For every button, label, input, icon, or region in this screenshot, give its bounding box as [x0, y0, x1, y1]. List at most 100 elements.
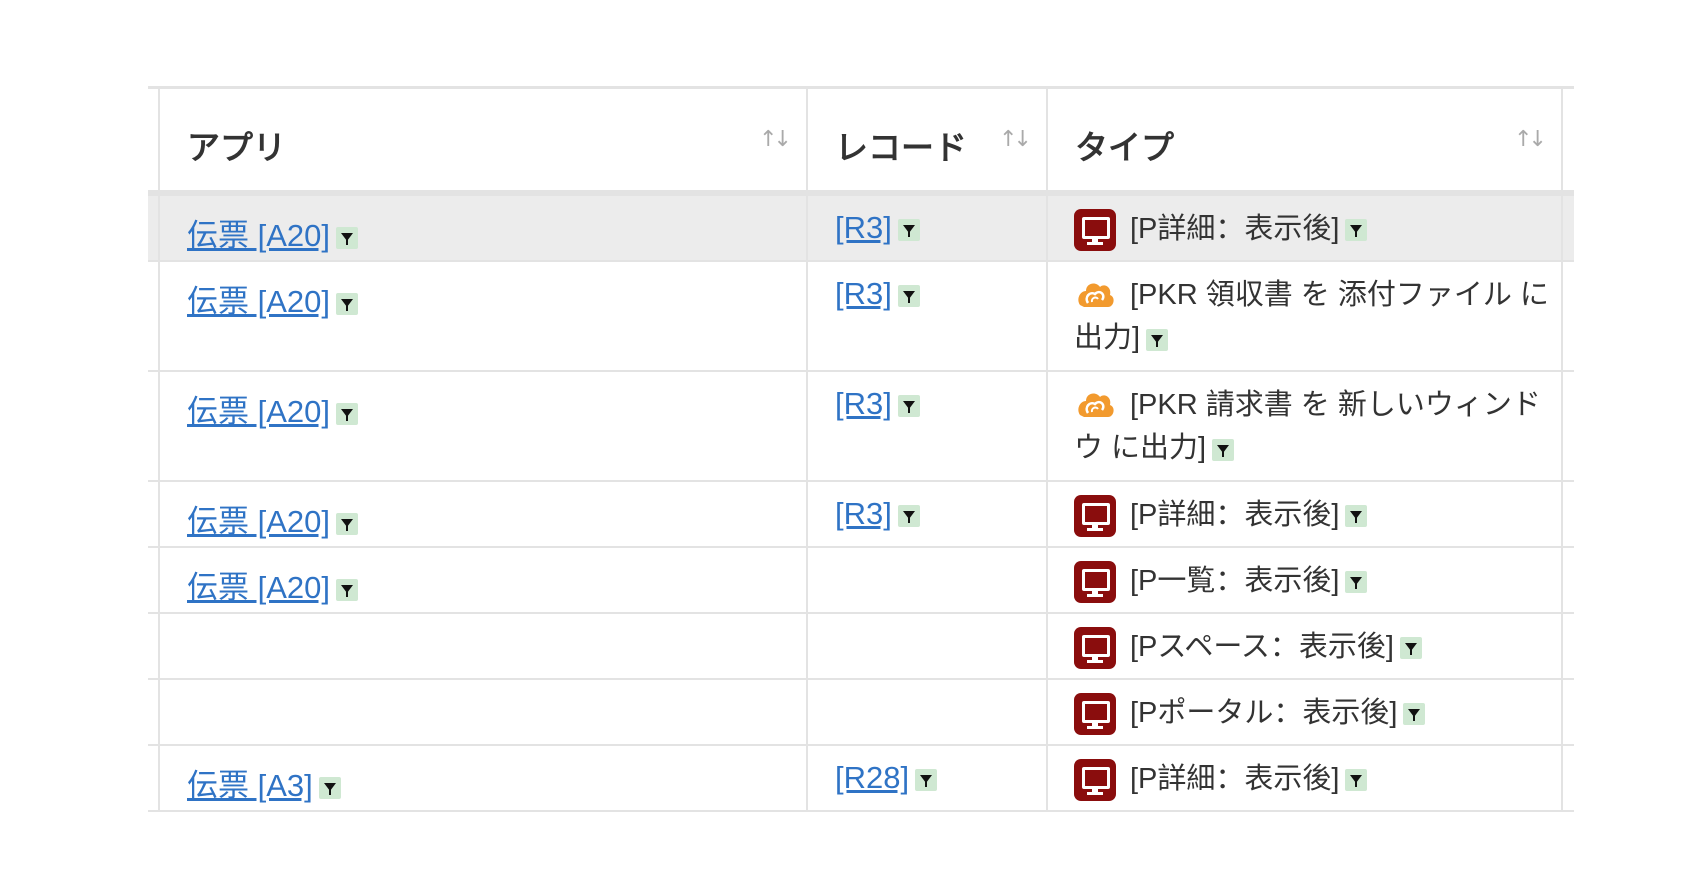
type-label: [Pスペース：表示後] — [1130, 631, 1394, 663]
column-header-type[interactable]: タイプ ↑↓ — [1046, 89, 1563, 190]
type-label: [Pポータル：表示後] — [1130, 697, 1398, 729]
column-header-record[interactable]: レコード ↑↓ — [806, 89, 1046, 190]
app-link-text[interactable]: 伝票 [A20] — [187, 570, 330, 605]
column-header-label: タイプ — [1075, 128, 1174, 167]
cell-type: [P詳細：表示後] — [1046, 196, 1563, 260]
table-row[interactable]: 伝票 [A20] [P一覧：表示後] — [148, 548, 1574, 614]
sort-arrows-icon[interactable]: ↑↓ — [1514, 127, 1547, 152]
app-link[interactable]: 伝票 [A20] — [187, 562, 358, 607]
filter-icon[interactable] — [336, 226, 358, 249]
type-label: [P詳細：表示後] — [1130, 213, 1340, 245]
app-link-text[interactable]: 伝票 [A20] — [187, 284, 330, 319]
kintone-plugin-icon — [1078, 283, 1114, 308]
table-row[interactable]: [Pポータル：表示後] — [148, 680, 1574, 746]
desktop-icon — [1074, 693, 1116, 736]
filter-icon[interactable] — [336, 402, 358, 425]
cell-record: [R3] — [806, 372, 1046, 480]
type-content: [PKR 領収書 を 添付ファイル に出力] — [1074, 274, 1553, 359]
kintone-plugin-icon — [1078, 393, 1114, 418]
filter-icon[interactable] — [1345, 505, 1368, 528]
table-row[interactable]: 伝票 [A20] [R3] [PKR 領収書 を 添付ファイル に出力] — [148, 262, 1574, 372]
filter-icon[interactable] — [1146, 328, 1169, 351]
type-content: [P詳細：表示後] — [1074, 494, 1553, 538]
filter-icon[interactable] — [1345, 571, 1368, 594]
record-link-text[interactable]: [R3] — [835, 210, 892, 245]
app-link[interactable]: 伝票 [A3] — [187, 760, 341, 805]
cell-record — [806, 548, 1046, 612]
cell-app — [158, 614, 806, 678]
table-row[interactable]: 伝票 [A20] [R3] [PKR 請求書 を 新しいウィンドウ に出力] — [148, 372, 1574, 482]
desktop-icon — [1074, 209, 1116, 252]
filter-icon[interactable] — [1345, 219, 1368, 242]
cell-type: [PKR 領収書 を 添付ファイル に出力] — [1046, 262, 1563, 370]
cell-type: [P詳細：表示後] — [1046, 746, 1563, 810]
record-link-text[interactable]: [R3] — [835, 276, 892, 311]
record-link[interactable]: [R3] — [835, 276, 920, 312]
cell-app: 伝票 [A20] — [158, 262, 806, 370]
cell-record — [806, 680, 1046, 744]
cell-record: [R28] — [806, 746, 1046, 810]
desktop-icon — [1074, 759, 1116, 802]
type-content: [P詳細：表示後] — [1074, 758, 1553, 802]
record-link-text[interactable]: [R28] — [835, 760, 909, 795]
app-link-text[interactable]: 伝票 [A20] — [187, 504, 330, 539]
sort-arrows-icon[interactable]: ↑↓ — [759, 127, 792, 152]
cell-type: [PKR 請求書 を 新しいウィンドウ に出力] — [1046, 372, 1563, 480]
desktop-icon — [1074, 561, 1116, 604]
cell-record: [R3] — [806, 262, 1046, 370]
filter-icon[interactable] — [897, 218, 920, 241]
filter-icon[interactable] — [1345, 769, 1368, 792]
cell-type: [P一覧：表示後] — [1046, 548, 1563, 612]
cell-record — [806, 614, 1046, 678]
cell-type: [Pスペース：表示後] — [1046, 614, 1563, 678]
column-header-app[interactable]: アプリ ↑↓ — [158, 89, 806, 190]
type-content: [P詳細：表示後] — [1074, 208, 1553, 252]
type-label: [PKR 請求書 を 新しいウィンドウ に出力] — [1074, 389, 1541, 465]
cell-type: [Pポータル：表示後] — [1046, 680, 1563, 744]
app-link[interactable]: 伝票 [A20] — [187, 276, 358, 321]
filter-icon[interactable] — [897, 394, 920, 417]
record-link[interactable]: [R28] — [835, 760, 938, 796]
table-row[interactable]: 伝票 [A3] [R28] [P詳細：表示後] — [148, 746, 1574, 812]
record-link-text[interactable]: [R3] — [835, 496, 892, 531]
record-link[interactable]: [R3] — [835, 496, 920, 532]
cell-app: 伝票 [A20] — [158, 372, 806, 480]
app-link[interactable]: 伝票 [A20] — [187, 386, 358, 431]
cell-app — [158, 680, 806, 744]
type-label: [P詳細：表示後] — [1130, 499, 1340, 531]
type-label: [P詳細：表示後] — [1130, 763, 1340, 795]
filter-icon[interactable] — [336, 578, 358, 601]
table-row[interactable]: 伝票 [A20] [R3] [P詳細：表示後] — [148, 196, 1574, 262]
filter-icon[interactable] — [318, 776, 341, 799]
table-row[interactable]: [Pスペース：表示後] — [148, 614, 1574, 680]
app-link[interactable]: 伝票 [A20] — [187, 496, 358, 541]
filter-icon[interactable] — [897, 504, 920, 527]
type-content: [Pポータル：表示後] — [1074, 692, 1553, 736]
cell-app: 伝票 [A20] — [158, 548, 806, 612]
record-link[interactable]: [R3] — [835, 386, 920, 422]
filter-icon[interactable] — [336, 512, 358, 535]
type-content: [PKR 請求書 を 新しいウィンドウ に出力] — [1074, 384, 1553, 469]
app-link-text[interactable]: 伝票 [A20] — [187, 218, 330, 253]
type-label: [P一覧：表示後] — [1130, 565, 1340, 597]
filter-icon[interactable] — [897, 284, 920, 307]
desktop-icon — [1074, 495, 1116, 538]
sort-arrows-icon[interactable]: ↑↓ — [999, 127, 1032, 152]
filter-icon[interactable] — [915, 768, 938, 791]
column-header-label: レコード — [835, 128, 967, 167]
filter-icon[interactable] — [1403, 703, 1426, 726]
desktop-icon — [1074, 627, 1116, 670]
app-link[interactable]: 伝票 [A20] — [187, 210, 358, 255]
type-content: [Pスペース：表示後] — [1074, 626, 1553, 670]
cell-app: 伝票 [A20] — [158, 196, 806, 260]
cell-app: 伝票 [A20] — [158, 482, 806, 546]
app-link-text[interactable]: 伝票 [A3] — [187, 768, 313, 803]
table-row[interactable]: 伝票 [A20] [R3] [P詳細：表示後] — [148, 482, 1574, 548]
filter-icon[interactable] — [1399, 637, 1422, 660]
app-link-text[interactable]: 伝票 [A20] — [187, 394, 330, 429]
filter-icon[interactable] — [336, 292, 358, 315]
record-link[interactable]: [R3] — [835, 210, 920, 246]
cell-record: [R3] — [806, 196, 1046, 260]
filter-icon[interactable] — [1212, 438, 1235, 461]
record-link-text[interactable]: [R3] — [835, 386, 892, 421]
